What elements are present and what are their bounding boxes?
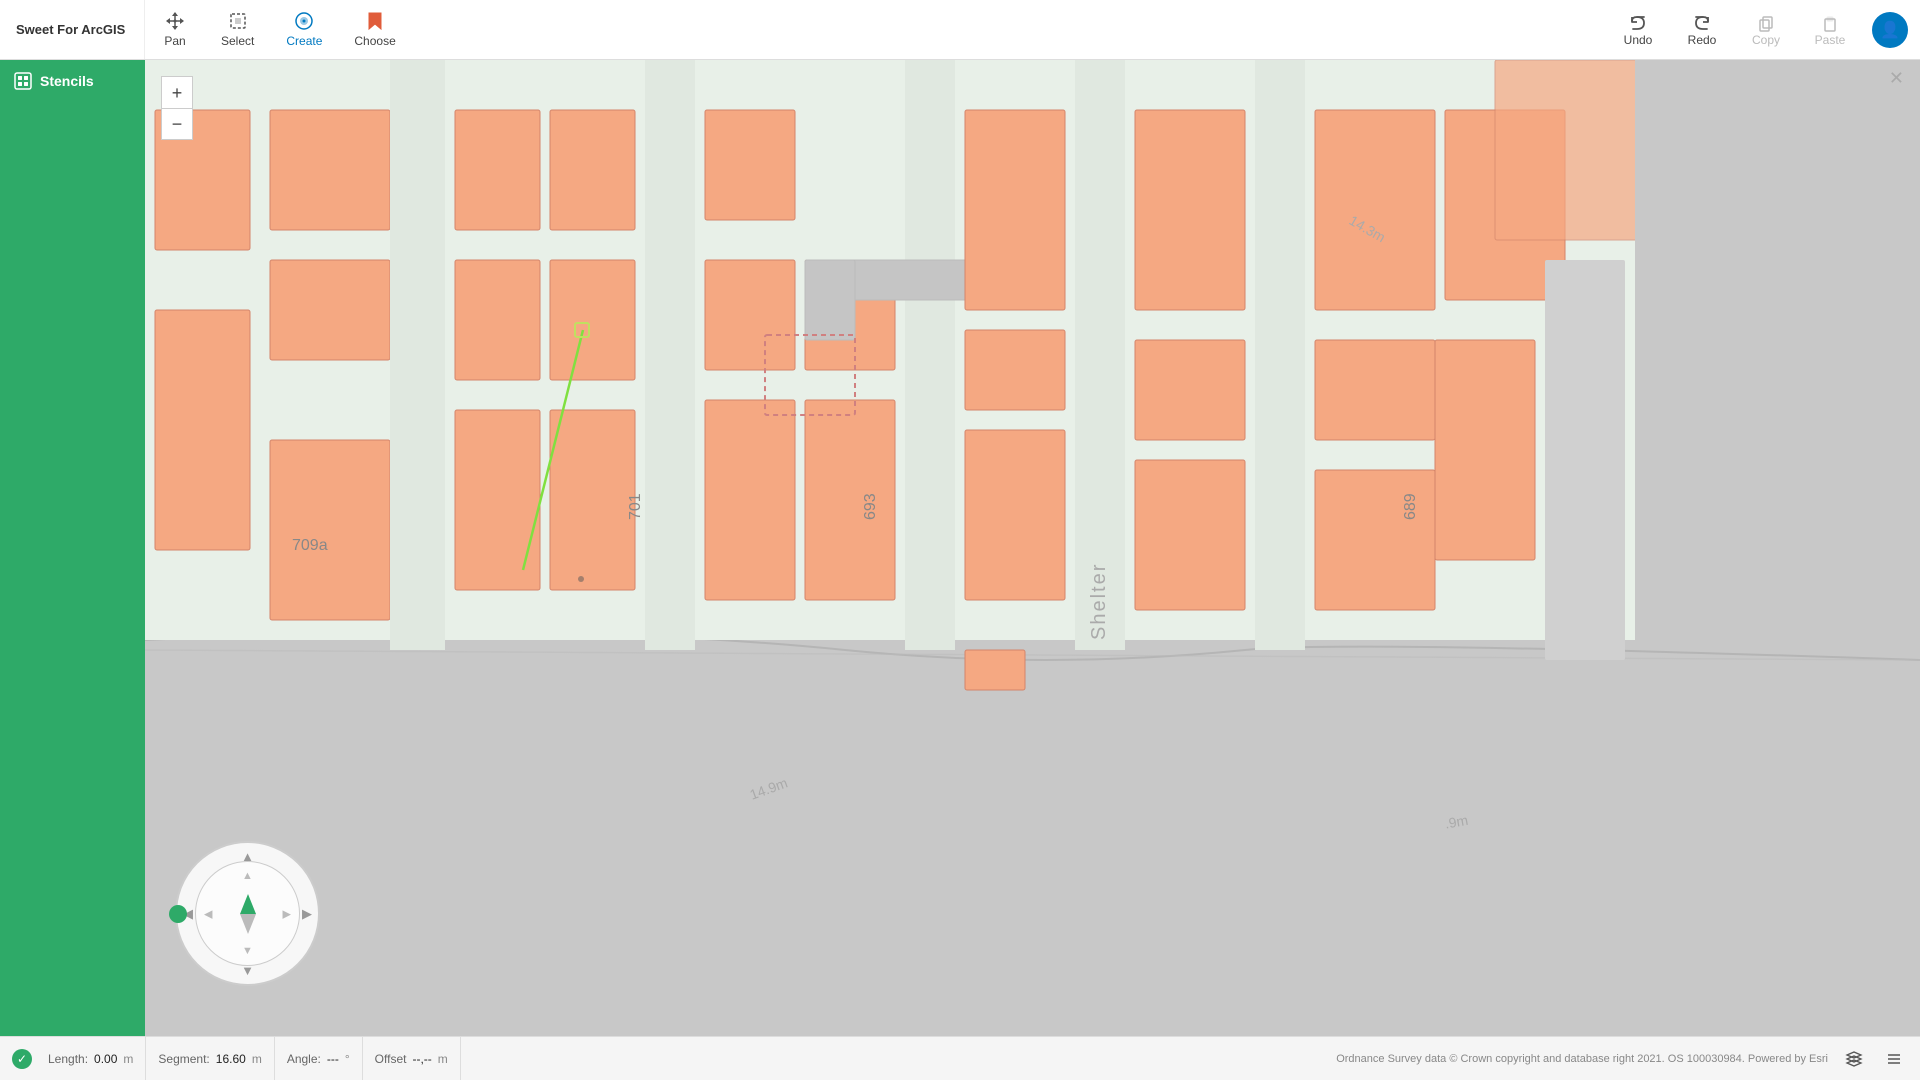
inner-down: ▼ — [242, 945, 253, 957]
status-length: Length: 0.00 m — [36, 1037, 146, 1080]
redo-button[interactable]: Redo — [1672, 0, 1732, 59]
layers-button[interactable] — [1840, 1045, 1868, 1073]
status-offset: Offset --,-- m — [363, 1037, 461, 1080]
create-button[interactable]: Create — [270, 0, 338, 59]
copy-icon — [1756, 13, 1776, 33]
compass-widget[interactable]: ▲ ▼ ◀ ▶ ▲ ▼ ◀ ▶ — [175, 841, 320, 986]
compass-north — [240, 894, 256, 914]
status-segment: Segment: 16.60 m — [146, 1037, 274, 1080]
svg-text:689: 689 — [1402, 493, 1419, 520]
redo-icon — [1692, 13, 1712, 33]
status-angle: Angle: --- ° — [275, 1037, 363, 1080]
sidebar-title: Stencils — [40, 73, 94, 89]
undo-button[interactable]: Undo — [1608, 0, 1668, 59]
list-button[interactable] — [1880, 1045, 1908, 1073]
svg-text:.9m: .9m — [1444, 812, 1470, 832]
svg-text:14.3m: 14.3m — [1347, 212, 1389, 245]
map-container[interactable]: 709a 701 693 — [145, 60, 1920, 1036]
choose-button[interactable]: Choose — [338, 0, 411, 59]
zoom-in-button[interactable]: + — [161, 76, 193, 108]
select-icon — [228, 11, 248, 31]
select-button[interactable]: Select — [205, 0, 270, 59]
pan-button[interactable]: Pan — [145, 0, 205, 59]
user-avatar[interactable]: 👤 — [1872, 12, 1908, 48]
paste-icon — [1820, 13, 1840, 33]
svg-text:Shelter: Shelter — [1088, 563, 1110, 640]
inner-left: ◀ — [204, 907, 212, 920]
svg-text:693: 693 — [862, 493, 879, 520]
choose-icon — [365, 11, 385, 31]
svg-text:709a: 709a — [292, 537, 328, 554]
copy-button[interactable]: Copy — [1736, 0, 1796, 59]
close-button[interactable]: ✕ — [1889, 68, 1904, 89]
svg-text:701: 701 — [627, 493, 644, 520]
compass-south — [240, 914, 256, 934]
map-svg: 709a 701 693 — [145, 60, 1920, 1036]
layers-icon — [1845, 1050, 1863, 1068]
svg-text:14.9m: 14.9m — [748, 774, 790, 802]
inner-up: ▲ — [242, 870, 253, 882]
list-icon — [1885, 1050, 1903, 1068]
statusbar-right: Ordnance Survey data © Crown copyright a… — [1336, 1045, 1908, 1073]
statusbar: ✓ Length: 0.00 m Segment: 16.60 m Angle:… — [0, 1036, 1920, 1080]
compass-right[interactable]: ▶ — [302, 906, 312, 922]
undo-icon — [1628, 13, 1648, 33]
map-controls: + − — [161, 76, 193, 140]
inner-right: ▶ — [283, 907, 291, 920]
status-check-icon: ✓ — [12, 1049, 32, 1069]
header: Sweet For ArcGIS Pan Select Create — [0, 0, 1920, 60]
create-icon — [294, 11, 314, 31]
stencils-icon — [14, 72, 32, 90]
paste-button[interactable]: Paste — [1800, 0, 1860, 59]
toolbar-right: Undo Redo Copy Paste 👤 — [1608, 0, 1920, 59]
sidebar-header: Stencils — [0, 60, 145, 102]
sidebar: Stencils — [0, 60, 145, 1080]
app-title: Sweet For ArcGIS — [0, 0, 145, 59]
pan-icon — [165, 11, 185, 31]
zoom-out-button[interactable]: − — [161, 108, 193, 140]
